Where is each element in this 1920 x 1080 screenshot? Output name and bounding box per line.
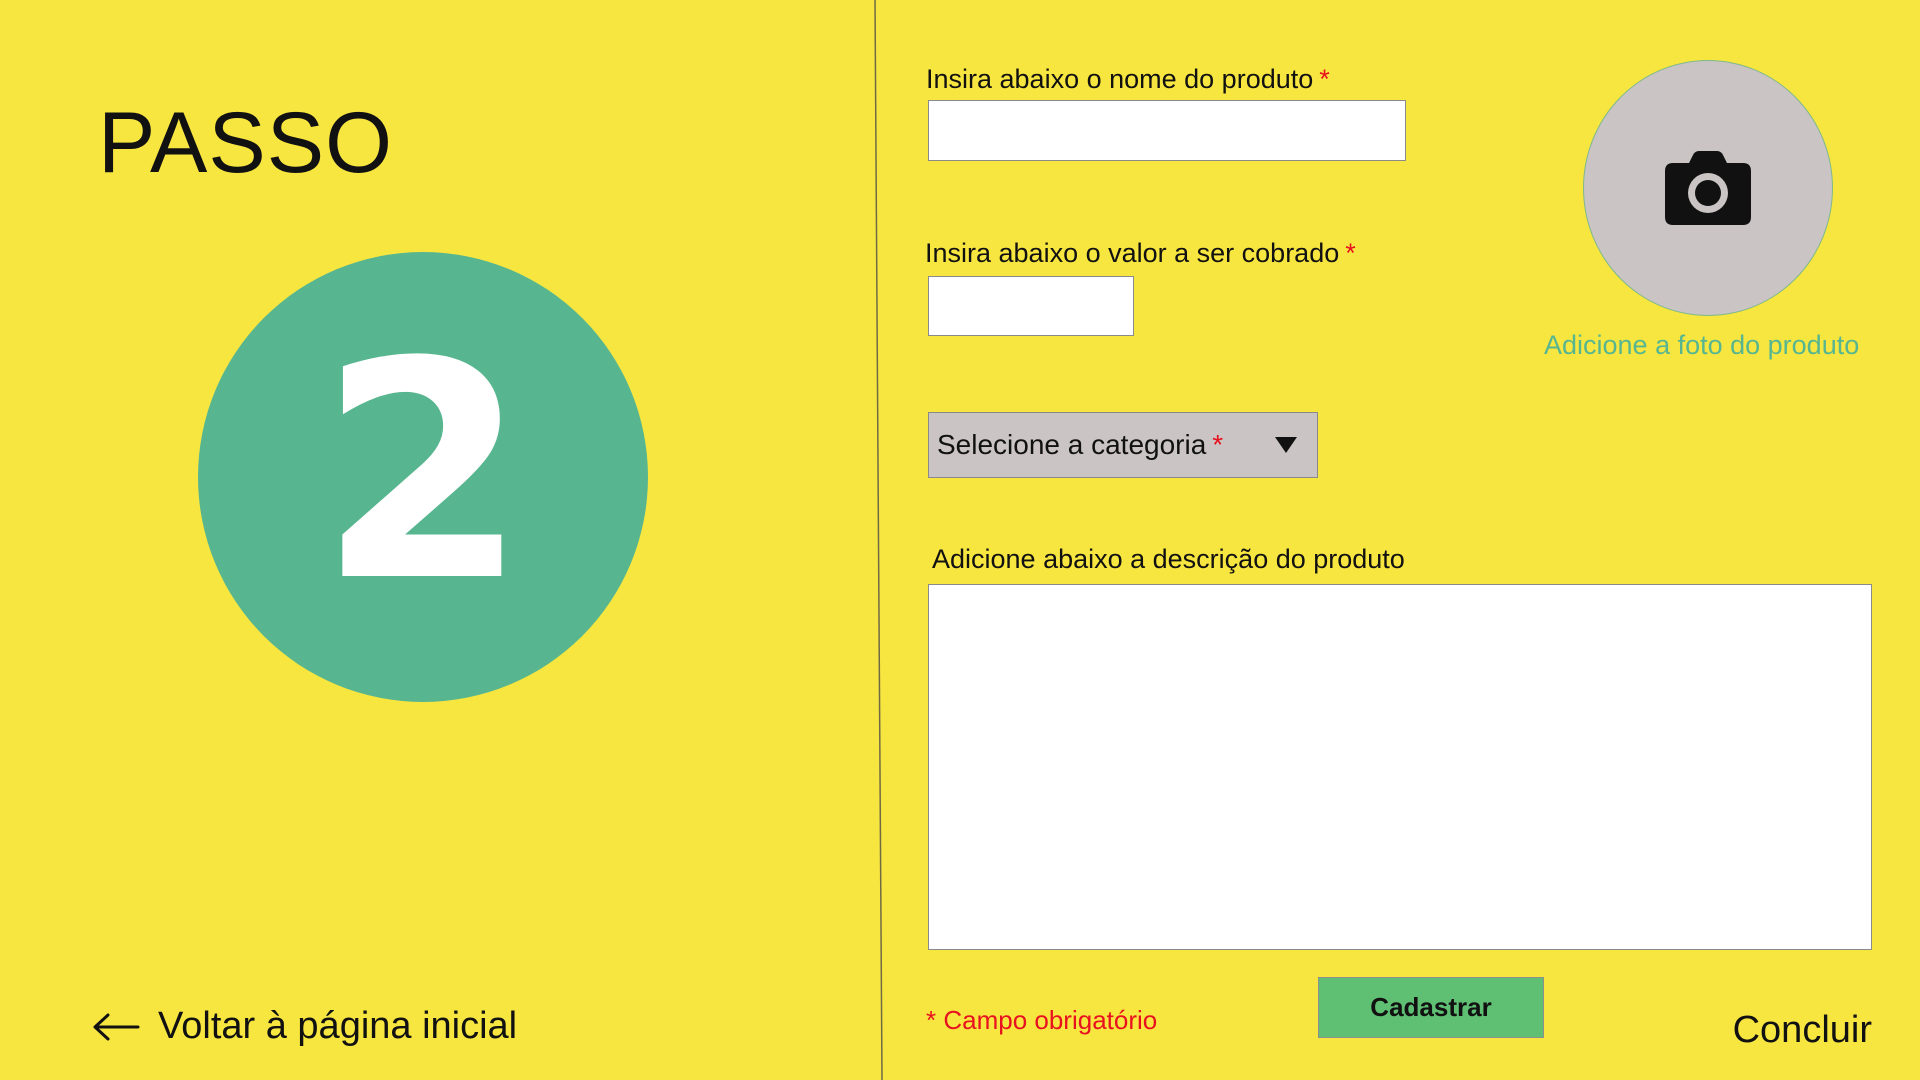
required-asterisk: *	[1319, 64, 1330, 94]
category-select-label: Selecione a categoria *	[937, 429, 1223, 461]
add-photo-label[interactable]: Adicione a foto do produto	[1544, 330, 1859, 361]
back-to-home-link[interactable]: Voltar à página inicial	[92, 1005, 517, 1048]
category-select[interactable]: Selecione a categoria *	[928, 412, 1318, 478]
camera-icon	[1665, 151, 1751, 225]
required-asterisk: *	[1345, 238, 1356, 268]
arrow-left-icon	[93, 1013, 140, 1040]
category-select-text: Selecione a categoria	[937, 429, 1207, 460]
product-description-textarea[interactable]	[928, 584, 1872, 950]
product-name-label-text: Insira abaixo o nome do produto	[926, 64, 1314, 94]
submit-button[interactable]: Cadastrar	[1318, 977, 1544, 1038]
product-description-label: Adicione abaixo a descrição do produto	[932, 544, 1405, 574]
step-title: PASSO	[98, 95, 393, 191]
screen: PASSO 2 Voltar à página inicial Insira a…	[0, 0, 1920, 1080]
product-price-label-text: Insira abaixo o valor a ser cobrado	[925, 238, 1340, 268]
product-price-label: Insira abaixo o valor a ser cobrado *	[925, 238, 1356, 269]
back-link-label: Voltar à página inicial	[158, 1005, 518, 1047]
dropdown-triangle-icon	[1275, 437, 1297, 453]
required-asterisk: *	[1212, 429, 1224, 460]
step-badge: 2	[198, 252, 648, 702]
add-photo-button[interactable]	[1583, 60, 1833, 316]
step-number: 2	[318, 298, 528, 647]
required-field-note: * Campo obrigatório	[926, 1005, 1158, 1035]
finish-link[interactable]: Concluir	[1733, 1009, 1872, 1052]
product-name-input[interactable]	[928, 100, 1406, 161]
product-price-input[interactable]	[928, 276, 1134, 336]
product-name-label: Insira abaixo o nome do produto *	[926, 64, 1330, 95]
